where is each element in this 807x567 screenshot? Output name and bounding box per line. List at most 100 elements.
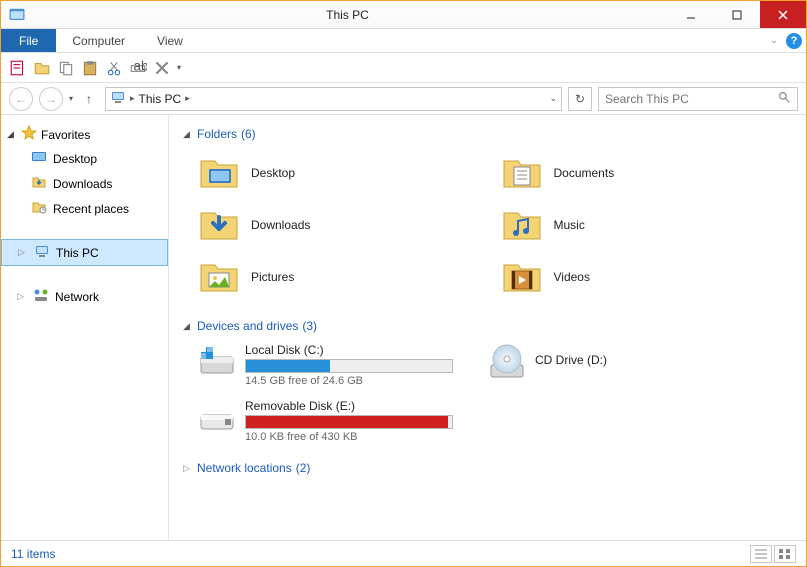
folder-downloads[interactable]: Downloads bbox=[195, 201, 490, 249]
search-icon[interactable] bbox=[778, 91, 791, 107]
expand-arrow-icon[interactable]: ▷ bbox=[183, 463, 193, 474]
search-input[interactable] bbox=[605, 92, 778, 106]
collapse-arrow-icon[interactable]: ◢ bbox=[7, 129, 17, 140]
explorer-window: This PC File Computer View ⌄ ? ab ▾ ← → … bbox=[0, 0, 807, 567]
sidebar-favorites-header[interactable]: ◢ Favorites bbox=[1, 123, 168, 146]
sidebar-thispc-group: ▷ This PC bbox=[1, 239, 168, 266]
drive-info: Local Disk (C:) 14.5 GB free of 24.6 GB bbox=[245, 343, 453, 387]
forward-button[interactable]: → bbox=[39, 87, 63, 111]
downloads-folder-icon bbox=[197, 203, 241, 247]
ribbon-tab-computer[interactable]: Computer bbox=[56, 29, 141, 52]
sidebar-item-network[interactable]: ▷ Network bbox=[1, 284, 168, 309]
delete-icon[interactable] bbox=[153, 59, 171, 77]
drive-free-text: 14.5 GB free of 24.6 GB bbox=[245, 375, 453, 387]
address-dropdown-icon[interactable]: ⌄ bbox=[549, 93, 557, 104]
section-network-locations-header[interactable]: ▷ Network locations (2) bbox=[183, 457, 792, 479]
drive-usage-bar bbox=[245, 415, 453, 429]
section-label: Folders bbox=[197, 127, 237, 141]
body: ◢ Favorites Desktop Downloads Recent pla… bbox=[1, 115, 806, 540]
cd-drive-icon bbox=[487, 343, 527, 383]
documents-folder-icon bbox=[500, 151, 544, 195]
drive-usage-fill bbox=[246, 416, 448, 428]
section-folders-header[interactable]: ◢ Folders (6) bbox=[183, 123, 792, 145]
minimize-button[interactable] bbox=[668, 1, 714, 28]
ribbon-minimize-chevron-icon[interactable]: ⌄ bbox=[766, 29, 782, 52]
svg-text:ab: ab bbox=[134, 59, 148, 73]
properties-icon[interactable] bbox=[9, 59, 27, 77]
sidebar-item-thispc[interactable]: ▷ This PC bbox=[1, 239, 168, 266]
drive-usage-fill bbox=[246, 360, 330, 372]
folder-name: Videos bbox=[554, 270, 590, 284]
sidebar-network-group: ▷ Network bbox=[1, 284, 168, 309]
folder-desktop[interactable]: Desktop bbox=[195, 149, 490, 197]
cut-icon[interactable] bbox=[105, 59, 123, 77]
sidebar-item-desktop[interactable]: Desktop bbox=[1, 146, 168, 171]
section-count: (6) bbox=[241, 127, 256, 141]
quick-access-toolbar: ab ▾ bbox=[1, 53, 806, 83]
paste-icon[interactable] bbox=[81, 59, 99, 77]
section-label: Network locations bbox=[197, 461, 292, 475]
sidebar-item-label: Recent places bbox=[53, 202, 129, 216]
desktop-icon bbox=[31, 149, 47, 168]
help-button[interactable]: ? bbox=[782, 29, 806, 52]
view-icons-button[interactable] bbox=[774, 545, 796, 563]
desktop-folder-icon bbox=[197, 151, 241, 195]
sidebar-item-label: Downloads bbox=[53, 177, 112, 191]
folder-videos[interactable]: Videos bbox=[498, 253, 793, 301]
sidebar-item-downloads[interactable]: Downloads bbox=[1, 171, 168, 196]
section-count: (2) bbox=[296, 461, 311, 475]
chevron-right-icon[interactable]: ▸ bbox=[130, 93, 135, 104]
address-bar[interactable]: ▸ This PC ▸ ⌄ bbox=[105, 87, 562, 111]
drive-info: CD Drive (D:) bbox=[535, 343, 683, 369]
copy-icon[interactable] bbox=[57, 59, 75, 77]
sidebar-item-label: Network bbox=[55, 290, 99, 304]
window-system-icon[interactable] bbox=[7, 5, 27, 25]
ribbon-tab-view[interactable]: View bbox=[141, 29, 199, 52]
ribbon-file-tab[interactable]: File bbox=[1, 29, 56, 52]
collapse-arrow-icon[interactable]: ◢ bbox=[183, 321, 193, 332]
close-button[interactable] bbox=[760, 1, 806, 28]
titlebar: This PC bbox=[1, 1, 806, 29]
search-box[interactable] bbox=[598, 87, 798, 111]
drive-cd-d[interactable]: CD Drive (D:) bbox=[485, 337, 685, 389]
collapse-arrow-icon[interactable]: ◢ bbox=[183, 129, 193, 140]
folder-name: Downloads bbox=[251, 218, 310, 232]
ribbon-tabs: File Computer View ⌄ ? bbox=[1, 29, 806, 53]
thispc-icon bbox=[34, 243, 50, 262]
history-dropdown-icon[interactable]: ▾ bbox=[69, 94, 73, 103]
section-drives-header[interactable]: ◢ Devices and drives (3) bbox=[183, 315, 792, 337]
sidebar-item-label: This PC bbox=[56, 246, 99, 260]
breadcrumb-current[interactable]: This PC bbox=[139, 92, 182, 106]
network-icon bbox=[33, 287, 49, 306]
folder-name: Pictures bbox=[251, 270, 294, 284]
drive-local-c[interactable]: Local Disk (C:) 14.5 GB free of 24.6 GB bbox=[195, 337, 455, 393]
expand-arrow-icon[interactable]: ▷ bbox=[18, 247, 28, 258]
folders-grid: Desktop Documents Downloads Music Pictur… bbox=[183, 145, 792, 315]
navigation-pane: ◢ Favorites Desktop Downloads Recent pla… bbox=[1, 115, 169, 540]
chevron-right-icon[interactable]: ▸ bbox=[185, 93, 190, 104]
sidebar-item-label: Desktop bbox=[53, 152, 97, 166]
sidebar-item-recent-places[interactable]: Recent places bbox=[1, 196, 168, 221]
refresh-button[interactable]: ↻ bbox=[568, 87, 592, 111]
up-button[interactable]: ↑ bbox=[79, 89, 99, 109]
drive-removable-e[interactable]: Removable Disk (E:) 10.0 KB free of 430 … bbox=[195, 393, 455, 449]
expand-arrow-icon[interactable]: ▷ bbox=[17, 291, 27, 302]
folder-pictures[interactable]: Pictures bbox=[195, 253, 490, 301]
quick-toolbar-dropdown-icon[interactable]: ▾ bbox=[177, 63, 181, 72]
help-icon: ? bbox=[786, 33, 802, 49]
folder-name: Desktop bbox=[251, 166, 295, 180]
folder-documents[interactable]: Documents bbox=[498, 149, 793, 197]
folder-music[interactable]: Music bbox=[498, 201, 793, 249]
drives-list: Local Disk (C:) 14.5 GB free of 24.6 GB … bbox=[183, 337, 792, 457]
folder-name: Music bbox=[554, 218, 585, 232]
maximize-button[interactable] bbox=[714, 1, 760, 28]
navigation-bar: ← → ▾ ↑ ▸ This PC ▸ ⌄ ↻ bbox=[1, 83, 806, 115]
content-pane: ◢ Folders (6) Desktop Documents Download… bbox=[169, 115, 806, 540]
back-button[interactable]: ← bbox=[9, 87, 33, 111]
open-icon[interactable] bbox=[33, 59, 51, 77]
rename-icon[interactable]: ab bbox=[129, 59, 147, 77]
view-details-button[interactable] bbox=[750, 545, 772, 563]
music-folder-icon bbox=[500, 203, 544, 247]
view-mode-buttons bbox=[750, 545, 796, 563]
sidebar-favorites-label: Favorites bbox=[41, 128, 90, 142]
